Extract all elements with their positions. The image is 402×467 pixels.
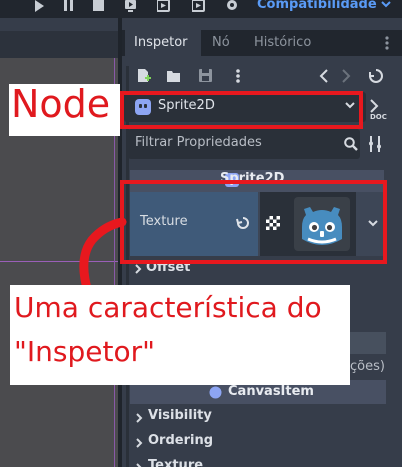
group-ordering[interactable]: Ordering (148, 433, 213, 448)
tab-inspector[interactable]: Inspetor (125, 30, 201, 56)
filter-placeholder: Filtrar Propriedades (135, 135, 262, 150)
annotation-node-label: Node (9, 82, 120, 136)
dock-tabbar: Inspetor Nó Histórico (122, 30, 402, 56)
tab-node[interactable]: Nó (212, 30, 230, 56)
annotation-feature-box: Uma característica do "Inspetor" (10, 285, 350, 385)
property-value: ções) (350, 359, 385, 374)
annotation-text: Node (11, 82, 111, 126)
viewport-header (0, 31, 120, 81)
dock-menu-icon[interactable] (384, 36, 390, 50)
open-docs-icon[interactable]: DOC (368, 98, 392, 120)
annotation-highlight-node (120, 91, 363, 129)
save-icon[interactable] (199, 69, 212, 82)
property-tools-icon[interactable] (368, 136, 384, 152)
movie-maker-icon[interactable] (226, 0, 240, 14)
filter-properties-input[interactable]: Filtrar Propriedades (128, 129, 360, 159)
chevron-right-icon[interactable] (135, 438, 143, 448)
section-title: CanvasItem (228, 384, 314, 399)
tab-history[interactable]: Histórico (254, 30, 311, 56)
group-visibility[interactable]: Visibility (148, 408, 212, 423)
play-remote-icon[interactable] (124, 0, 138, 14)
chevron-right-icon[interactable] (134, 264, 142, 274)
play-scene-icon[interactable] (157, 0, 171, 14)
chevron-right-icon[interactable] (135, 463, 143, 467)
pause-icon[interactable] (62, 0, 76, 14)
annotation-text: "Inspetor" (14, 335, 155, 368)
more-options-icon[interactable] (235, 68, 241, 84)
canvasitem-icon (209, 386, 222, 399)
new-resource-icon[interactable] (137, 69, 151, 83)
svg-text:DOC: DOC (370, 113, 387, 120)
object-history-icon[interactable] (369, 69, 383, 83)
chevron-down-icon[interactable] (380, 0, 392, 10)
play-icon[interactable] (32, 0, 46, 14)
search-icon (344, 137, 358, 151)
open-folder-icon[interactable] (167, 70, 181, 82)
annotation-highlight-texture (120, 180, 387, 264)
stop-icon[interactable] (92, 0, 106, 14)
history-back-icon[interactable] (319, 69, 329, 83)
play-custom-scene-icon[interactable] (192, 0, 206, 14)
history-forward-icon[interactable] (341, 69, 351, 83)
chevron-right-icon[interactable] (135, 413, 143, 423)
renderer-selector[interactable]: Compatibilidade (257, 0, 377, 12)
group-texture[interactable]: Texture (148, 458, 203, 467)
annotation-text: Uma característica do (14, 291, 322, 324)
top-toolbar: Compatibilidade (0, 0, 402, 18)
